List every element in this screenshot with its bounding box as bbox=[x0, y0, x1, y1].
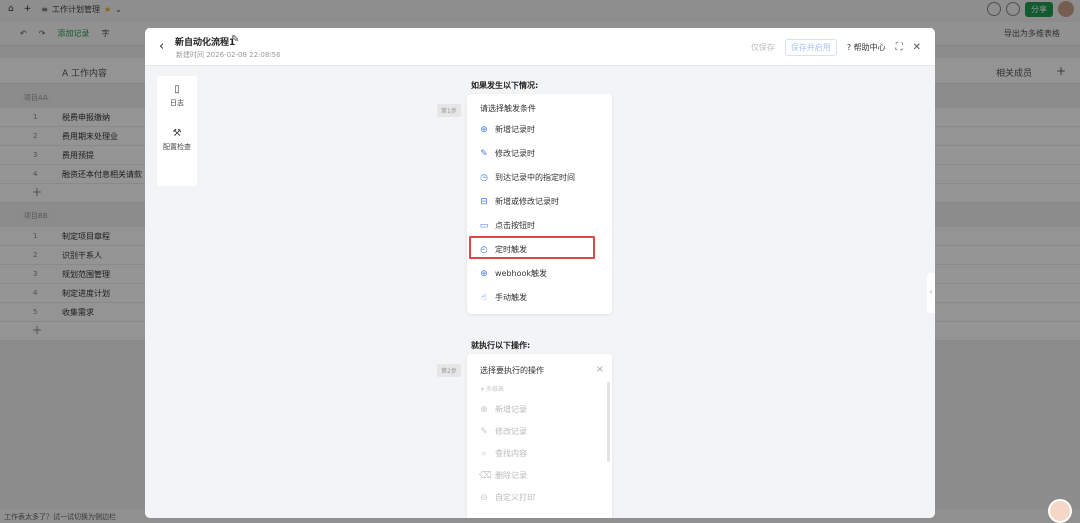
automation-modal: ‹ 新自动化流程1 ✎ 新建时间 2026-02-08 22:08:56 仅保存… bbox=[145, 28, 935, 518]
plus-circle-icon: ⊕ bbox=[480, 124, 488, 135]
log-icon: ▯ bbox=[174, 84, 180, 95]
trigger-option-new-or-edit[interactable]: ⊟ 新增或修改记录时 bbox=[479, 196, 559, 207]
trigger-card: 请选择触发条件 ⊕ 新增记录时 ✎ 修改记录时 ◷ 到达记录中的指定时间 ⊟ 新增或修改… bbox=[467, 94, 612, 314]
option-label: 点击按钮时 bbox=[495, 221, 535, 230]
config-check-label: 配置检查 bbox=[163, 143, 191, 151]
action-option-edit-record[interactable]: ✎ 修改记录 bbox=[479, 426, 527, 437]
expand-icon[interactable]: ⛶ bbox=[896, 42, 903, 53]
close-icon[interactable]: ✕ bbox=[913, 42, 921, 53]
option-label: 新增记录时 bbox=[495, 125, 535, 134]
clock-icon: ◷ bbox=[480, 172, 488, 183]
option-label: 查找内容 bbox=[495, 449, 527, 458]
save-enable-button[interactable]: 保存并启用 bbox=[784, 39, 837, 56]
action-option-delete[interactable]: ⌫ 删除记录 bbox=[479, 470, 527, 481]
print-icon: ⊖ bbox=[480, 492, 488, 503]
option-label: 自定义打印 bbox=[495, 493, 535, 502]
plus-circle-icon: ⊕ bbox=[480, 404, 488, 415]
trigger-option-button-click[interactable]: ▭ 点击按钮时 bbox=[479, 220, 535, 231]
edit-title-icon[interactable]: ✎ bbox=[231, 34, 239, 45]
globe-icon: ⊕ bbox=[480, 268, 488, 279]
action-option-find[interactable]: ⌕ 查找内容 bbox=[479, 448, 527, 459]
search-icon: ⌕ bbox=[481, 448, 487, 459]
pencil-icon: ✎ bbox=[480, 148, 488, 159]
wrench-icon: ⚒ bbox=[172, 128, 182, 139]
action-scrollbar[interactable] bbox=[607, 382, 610, 462]
trigger-card-header: 请选择触发条件 bbox=[480, 104, 536, 113]
pencil-icon: ✎ bbox=[480, 426, 488, 437]
trash-icon: ⌫ bbox=[479, 470, 492, 481]
help-center-button[interactable]: ? 帮助中心 bbox=[847, 42, 886, 53]
option-label: webhook触发 bbox=[495, 269, 548, 278]
step-2-tag: 第2步 bbox=[437, 364, 461, 377]
option-label: 到达记录中的指定时间 bbox=[495, 173, 575, 182]
hand-icon: ☝ bbox=[481, 292, 487, 303]
action-card: 选择要执行的操作 × ▾ 多维表 ⊕ 新增记录 ✎ 修改记录 ⌕ 查找内容 ⌫ 删除记录… bbox=[467, 354, 612, 518]
action-group-header[interactable]: ▾ 多维表 bbox=[481, 384, 504, 393]
save-only-button[interactable]: 仅保存 bbox=[751, 42, 775, 53]
trigger-section-title: 如果发生以下情况: bbox=[471, 81, 539, 90]
trigger-option-time-field[interactable]: ◷ 到达记录中的指定时间 bbox=[479, 172, 575, 183]
record-icon: ⊟ bbox=[480, 196, 488, 207]
action-section-title: 就执行以下操作: bbox=[471, 341, 531, 350]
button-click-icon: ▭ bbox=[479, 220, 489, 231]
created-time: 新建时间 2026-02-08 22:08:56 bbox=[176, 51, 281, 59]
assistant-avatar[interactable] bbox=[1048, 499, 1072, 523]
collapse-handle[interactable]: ‹ bbox=[927, 273, 935, 313]
modal-header: ‹ 新自动化流程1 ✎ 新建时间 2026-02-08 22:08:56 仅保存… bbox=[145, 28, 935, 66]
action-option-new-record[interactable]: ⊕ 新增记录 bbox=[479, 404, 527, 415]
side-panel: ▯ 日志 ⚒ 配置检查 bbox=[157, 76, 197, 186]
back-icon[interactable]: ‹ bbox=[159, 39, 164, 54]
option-label: 修改记录时 bbox=[495, 149, 535, 158]
log-button[interactable]: ▯ 日志 bbox=[157, 84, 197, 108]
option-label: 删除记录 bbox=[495, 471, 527, 480]
help-icon: ? bbox=[846, 43, 852, 52]
trigger-option-new-record[interactable]: ⊕ 新增记录时 bbox=[479, 124, 535, 135]
option-label: 新增或修改记录时 bbox=[495, 197, 559, 206]
config-check-button[interactable]: ⚒ 配置检查 bbox=[157, 128, 197, 152]
flow-title: 新自动化流程1 bbox=[175, 38, 236, 48]
action-option-print[interactable]: ⊖ 自定义打印 bbox=[479, 492, 535, 503]
trigger-option-manual[interactable]: ☝ 手动触发 bbox=[479, 292, 527, 303]
option-label: 新增记录 bbox=[495, 405, 527, 414]
scheduled-trigger-highlight bbox=[469, 236, 595, 259]
step-1-tag: 第1步 bbox=[437, 104, 461, 117]
option-label: 修改记录 bbox=[495, 427, 527, 436]
close-icon[interactable]: × bbox=[596, 364, 604, 375]
action-card-header: 选择要执行的操作 bbox=[480, 366, 544, 375]
trigger-option-edit-record[interactable]: ✎ 修改记录时 bbox=[479, 148, 535, 159]
option-label: 手动触发 bbox=[495, 293, 527, 302]
log-label: 日志 bbox=[170, 99, 184, 107]
modal-actions: 仅保存 保存并启用 ? 帮助中心 ⛶ ✕ bbox=[751, 39, 921, 56]
help-label: 帮助中心 bbox=[853, 43, 886, 52]
trigger-option-webhook[interactable]: ⊕ webhook触发 bbox=[479, 268, 547, 279]
